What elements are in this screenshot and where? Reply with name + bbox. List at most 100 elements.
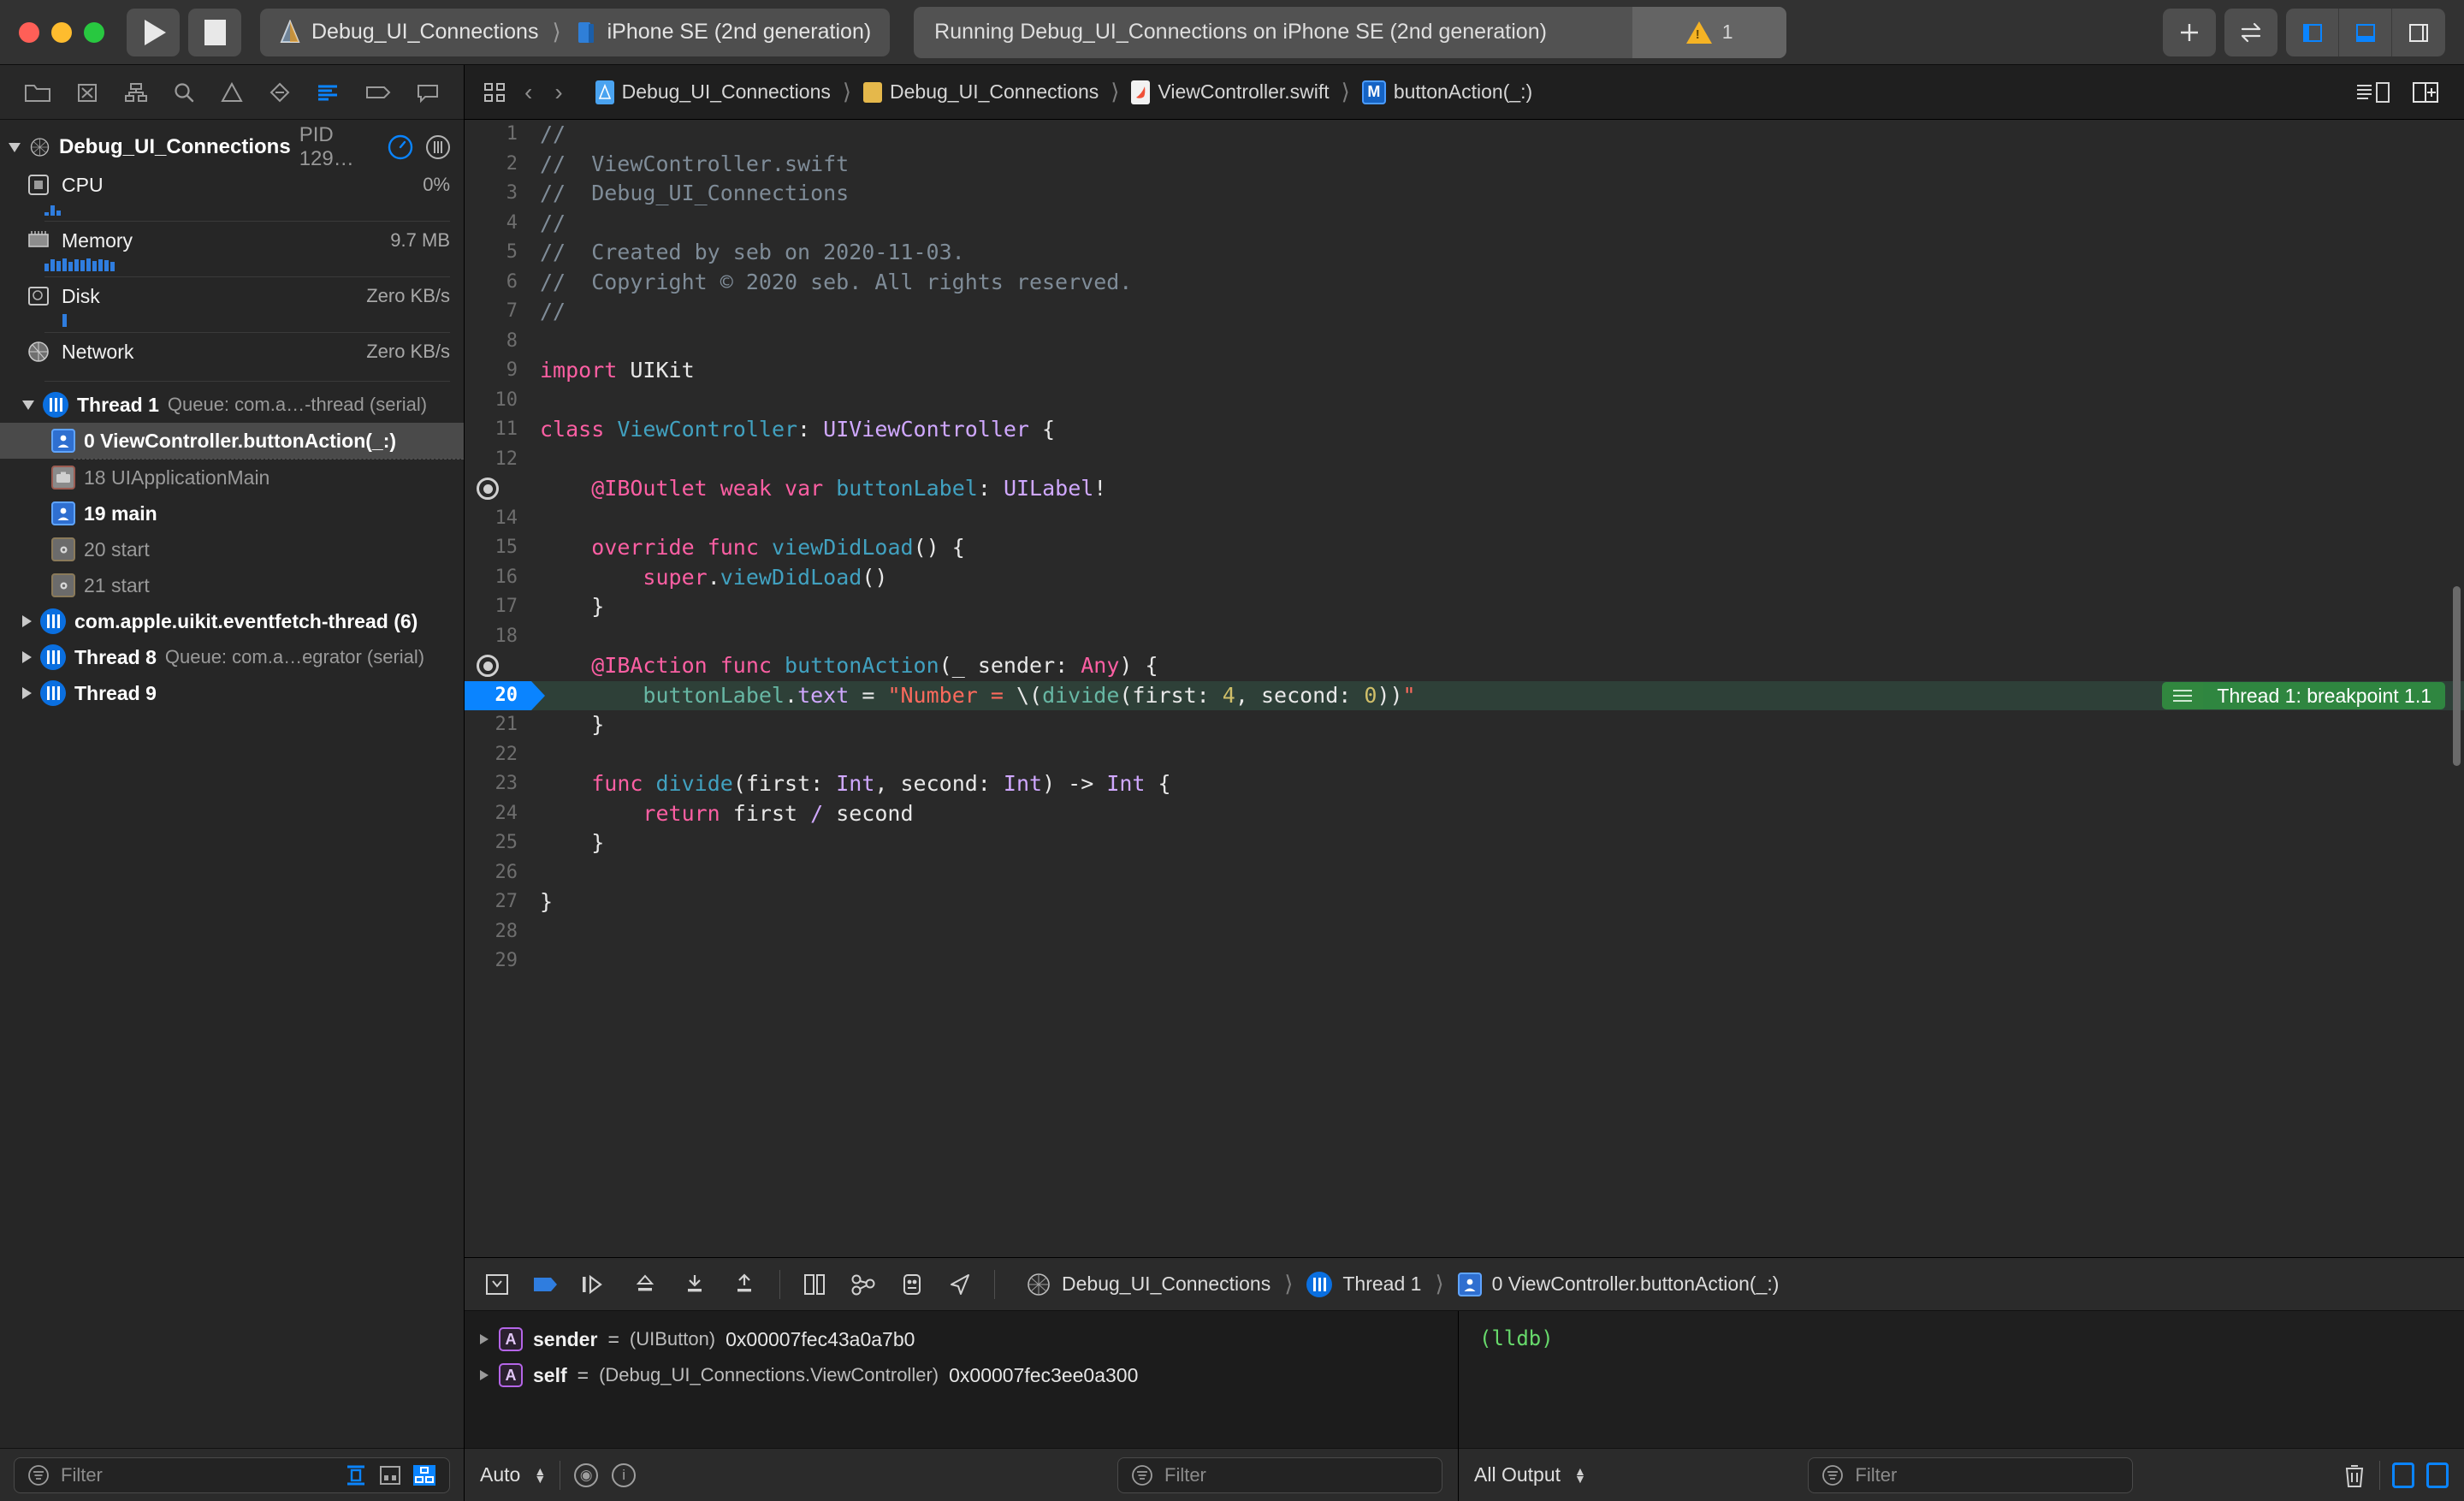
variables-scope-label[interactable]: Auto	[480, 1463, 520, 1486]
info-icon[interactable]: i	[612, 1462, 637, 1487]
stack-frame-row-19[interactable]: 19 main	[0, 495, 464, 531]
gauge-cpu[interactable]: CPU 0%	[0, 166, 464, 222]
line-number-12[interactable]: 12	[465, 445, 531, 475]
issues-warning-chip[interactable]: 1	[1632, 6, 1787, 58]
code-line-2[interactable]: 2 // ViewController.swift	[465, 150, 2464, 180]
debug-breadcrumb-process[interactable]: Debug_UI_Connections	[1062, 1273, 1270, 1296]
variables-filter-field[interactable]: Filter	[1117, 1457, 1442, 1493]
code-line-22[interactable]: 22	[465, 740, 2464, 770]
line-number-28[interactable]: 28	[465, 917, 531, 947]
gauge-memory[interactable]: Memory 9.7 MB	[0, 222, 464, 277]
disclosure-triangle-icon[interactable]	[22, 687, 32, 699]
line-number-21[interactable]: 21	[465, 710, 531, 740]
activity-status-bar[interactable]: Running Debug_UI_Connections on iPhone S…	[914, 6, 1787, 58]
line-number-9[interactable]: 9	[465, 356, 531, 386]
breakpoint-navigator-tab[interactable]	[364, 80, 393, 105]
simulate-location-button[interactable]	[946, 1272, 974, 1297]
breadcrumb-item-symbol[interactable]: M buttonAction(_:)	[1361, 80, 1532, 104]
code-line-3[interactable]: 3 // Debug_UI_Connections	[465, 179, 2464, 209]
variable-row-sender[interactable]: A sender = (UIButton) 0x00007fec43a0a7b0	[465, 1321, 1458, 1357]
code-line-4[interactable]: 4 //	[465, 209, 2464, 239]
memory-graph-button[interactable]	[849, 1272, 878, 1297]
line-number-16[interactable]: 16	[465, 563, 531, 593]
disclosure-triangle-icon[interactable]	[480, 1370, 489, 1380]
code-line-29[interactable]: 29	[465, 946, 2464, 976]
line-number-3[interactable]: 3	[465, 179, 531, 209]
line-number-2[interactable]: 2	[465, 150, 531, 180]
show-queues-icon[interactable]	[377, 1463, 403, 1487]
add-editor-icon[interactable]	[2411, 80, 2440, 105]
source-control-navigator-tab[interactable]	[74, 80, 100, 105]
add-editor-button[interactable]	[2163, 8, 2216, 56]
code-line-17[interactable]: 17 }	[465, 592, 2464, 622]
gauge-icon[interactable]	[387, 133, 414, 161]
code-line-23[interactable]: 23 func divide(first: Int, second: Int) …	[465, 769, 2464, 799]
code-line-8[interactable]: 8	[465, 327, 2464, 357]
issue-navigator-tab[interactable]	[219, 80, 245, 105]
scope-stepper-icon[interactable]: ▲ ▼	[534, 1465, 546, 1485]
debug-navigator-tab[interactable]	[315, 80, 341, 105]
find-navigator-tab[interactable]	[171, 80, 197, 105]
toggle-debug-area-button[interactable]	[2339, 8, 2392, 56]
gauge-disk[interactable]: Disk Zero KB/s	[0, 277, 464, 333]
stack-frame-row-20[interactable]: 20 start	[0, 531, 464, 567]
go-forward-button[interactable]: ›	[549, 79, 567, 106]
code-line-9[interactable]: 9 import UIKit	[465, 356, 2464, 386]
code-line-19[interactable]: @IBAction func buttonAction(_ sender: An…	[465, 651, 2464, 681]
console-output[interactable]: (lldb)	[1459, 1311, 2464, 1448]
debug-breadcrumb-thread[interactable]: Thread 1	[1342, 1273, 1421, 1296]
line-number-25[interactable]: 25	[465, 828, 531, 858]
disclosure-triangle-icon[interactable]	[480, 1334, 489, 1344]
thread-filter-icon[interactable]	[424, 133, 452, 161]
related-items-button[interactable]	[482, 80, 507, 105]
code-line-13[interactable]: @IBOutlet weak var buttonLabel: UILabel!	[465, 474, 2464, 504]
source-editor[interactable]: 1 // 2 // ViewController.swift 3 // Debug_UI_…	[465, 120, 2464, 1257]
code-line-6[interactable]: 6 // Copyright © 2020 seb. All rights res…	[465, 268, 2464, 298]
watch-expression-icon[interactable]: ◉	[574, 1462, 599, 1487]
outlet-connection-indicator[interactable]	[465, 478, 531, 501]
step-out-button[interactable]	[730, 1272, 759, 1297]
breakpoint-annotation[interactable]: Thread 1: breakpoint 1.1	[2162, 682, 2445, 709]
line-number-23[interactable]: 23	[465, 769, 531, 799]
thread-row-eventfetch[interactable]: com.apple.uikit.eventfetch-thread (6)	[0, 603, 464, 639]
line-number-26[interactable]: 26	[465, 858, 531, 888]
line-number-1[interactable]: 1	[465, 120, 531, 150]
breadcrumb-item-group[interactable]: Debug_UI_Connections	[863, 80, 1099, 104]
scheme-selector[interactable]: Debug_UI_Connections ⟩ iPhone SE (2nd ge…	[260, 8, 891, 56]
line-number-20[interactable]: 20	[465, 680, 545, 710]
output-stepper-icon[interactable]: ▲ ▼	[1574, 1465, 1586, 1485]
code-line-1[interactable]: 1 //	[465, 120, 2464, 150]
minimize-window-button[interactable]	[51, 21, 72, 43]
show-only-crashed-icon[interactable]	[343, 1463, 369, 1487]
navigator-filter-field[interactable]: Filter	[14, 1457, 450, 1493]
line-number-6[interactable]: 6	[465, 268, 531, 298]
toggle-navigator-button[interactable]	[2286, 8, 2339, 56]
deactivate-breakpoints-button[interactable]	[531, 1272, 559, 1297]
thread-row-thread-9[interactable]: Thread 9	[0, 675, 464, 711]
code-line-24[interactable]: 24 return first / second	[465, 799, 2464, 829]
line-number-24[interactable]: 24	[465, 799, 531, 829]
code-line-25[interactable]: 25 }	[465, 828, 2464, 858]
thread-row-thread-1[interactable]: Thread 1 Queue: com.a…-thread (serial)	[0, 387, 464, 423]
show-variables-view-button[interactable]	[2391, 1462, 2414, 1488]
line-number-15[interactable]: 15	[465, 533, 531, 563]
line-number-8[interactable]: 8	[465, 327, 531, 357]
disclosure-triangle-icon[interactable]	[22, 615, 32, 627]
code-line-11[interactable]: 11 class ViewController: UIViewController…	[465, 415, 2464, 445]
outlet-connection-indicator[interactable]	[465, 655, 531, 678]
code-line-14[interactable]: 14	[465, 504, 2464, 534]
code-line-28[interactable]: 28	[465, 917, 2464, 947]
code-line-12[interactable]: 12	[465, 445, 2464, 475]
annotation-menu-icon[interactable]	[2162, 682, 2204, 709]
symbol-navigator-tab[interactable]	[123, 80, 149, 105]
line-number-5[interactable]: 5	[465, 238, 531, 268]
line-number-22[interactable]: 22	[465, 740, 531, 770]
hide-debug-area-button[interactable]	[483, 1272, 511, 1297]
line-number-27[interactable]: 27	[465, 887, 531, 917]
line-number-17[interactable]: 17	[465, 592, 531, 622]
gauge-network[interactable]: Network Zero KB/s	[0, 333, 464, 387]
stop-button[interactable]	[188, 8, 241, 56]
stack-frame-row-21[interactable]: 21 start	[0, 567, 464, 603]
line-number-7[interactable]: 7	[465, 297, 531, 327]
toggle-inspector-button[interactable]	[2392, 9, 2445, 56]
